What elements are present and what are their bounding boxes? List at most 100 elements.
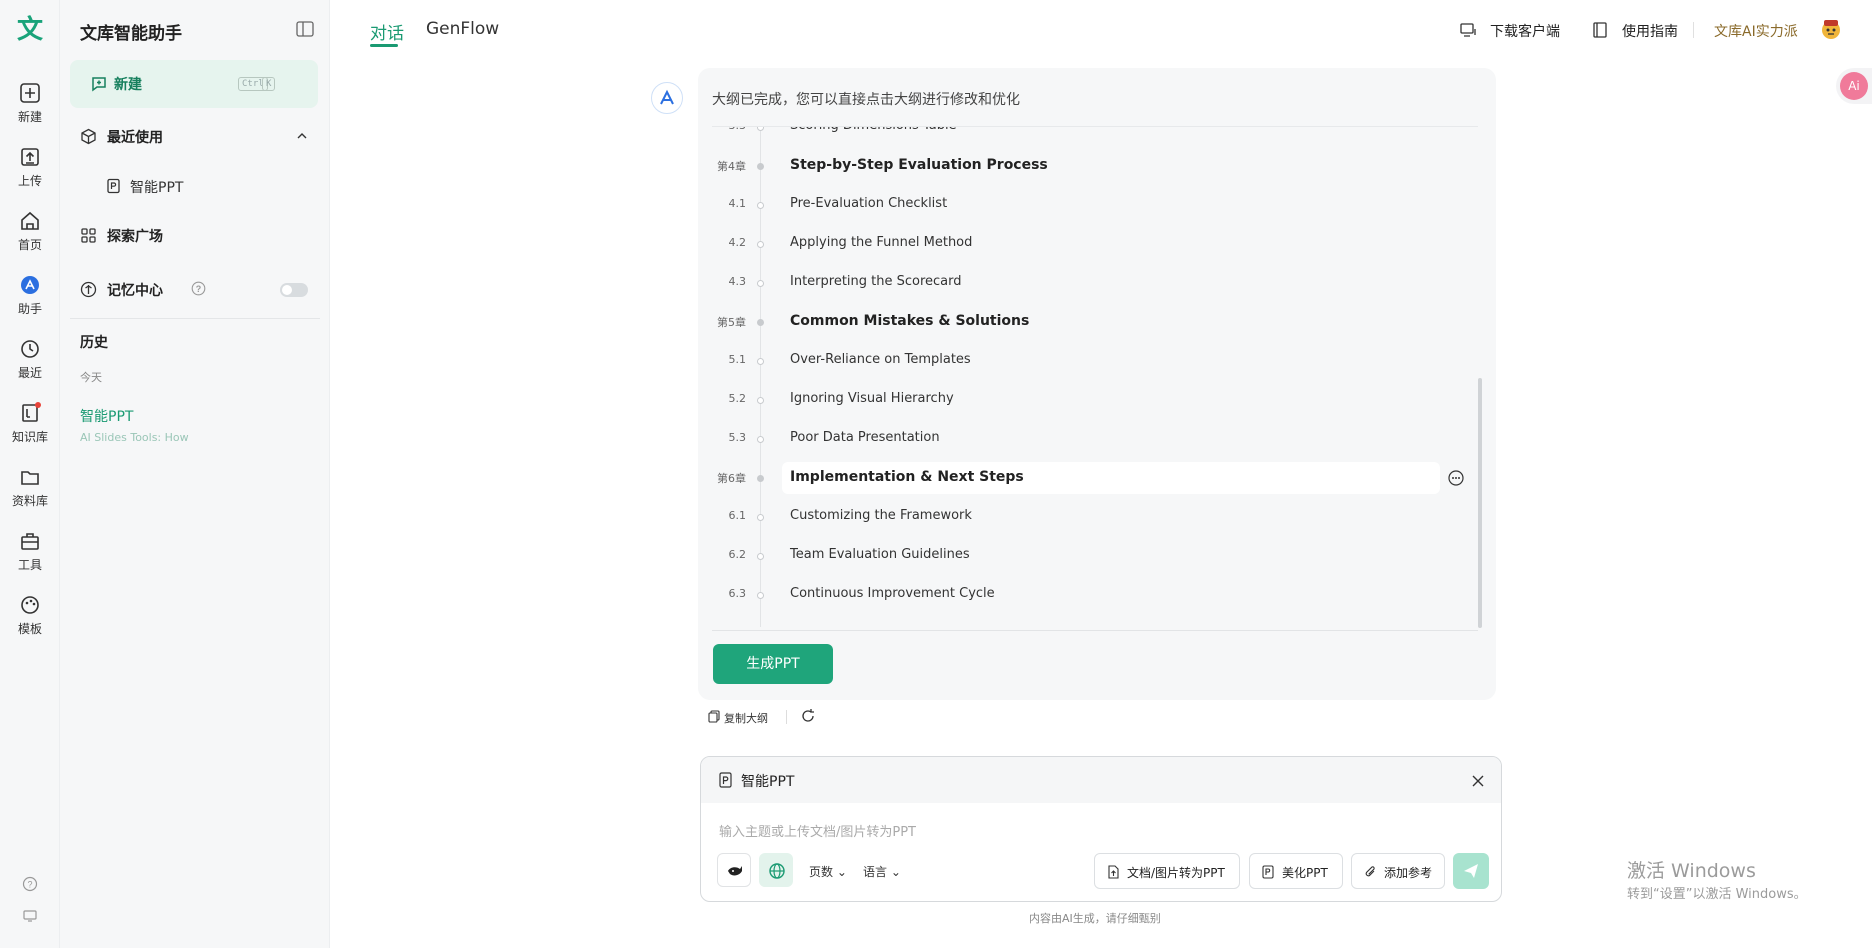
rail-item-new[interactable]: 新建	[0, 82, 60, 125]
input-mode-header: 智能PPT	[701, 757, 1501, 803]
outline-title[interactable]: Pre-Evaluation Checklist	[790, 196, 947, 211]
palette-icon	[19, 594, 41, 616]
doc-to-ppt-label: 文档/图片转为PPT	[1127, 866, 1225, 880]
copy-outline-label: 复制大纲	[724, 712, 768, 725]
app-window: 文 新建 上传 首页 助手 最近 知识库 资料库 工具 模板 ? 文库智能助手 …	[0, 0, 1872, 948]
assistant-message: 大纲已完成，您可以直接点击大纲进行修改和优化	[712, 92, 1020, 108]
outline-chapter-row[interactable]: 第4章 Step-by-Step Evaluation Process	[712, 150, 1464, 182]
outline-section-row[interactable]: 4.1 Pre-Evaluation Checklist	[712, 189, 1464, 221]
rail-item-upload[interactable]: 上传	[0, 146, 60, 189]
rail-item-home[interactable]: 首页	[0, 210, 60, 253]
outline-title[interactable]: Interpreting the Scorecard	[790, 274, 962, 289]
outline-section-row[interactable]: 6.2 Team Evaluation Guidelines	[712, 540, 1464, 572]
rail-item-templates[interactable]: 模板	[0, 594, 60, 637]
outline-section-row[interactable]: 5.3 Poor Data Presentation	[712, 423, 1464, 455]
tab-chat[interactable]: 对话	[370, 19, 404, 44]
ppt-icon	[719, 772, 733, 788]
memory-toggle[interactable]	[280, 283, 308, 297]
outline-list[interactable]: 3.3 Scoring Dimensions Table 第4章 Step-by-St…	[712, 127, 1464, 627]
send-button[interactable]	[1453, 853, 1489, 889]
rail-item-knowledge[interactable]: 知识库	[0, 402, 60, 445]
recent-section-label: 最近使用	[107, 130, 163, 146]
outline-scrollbar[interactable]	[1478, 378, 1482, 628]
outline-title[interactable]: Common Mistakes & Solutions	[790, 313, 1029, 329]
svg-text:?: ?	[27, 880, 32, 890]
globe-icon	[769, 863, 785, 879]
doc-to-ppt-button[interactable]: 文档/图片转为PPT	[1094, 853, 1240, 889]
send-icon	[1464, 864, 1478, 878]
active-tab-indicator	[370, 44, 398, 47]
outline-title[interactable]: Scoring Dimensions Table	[790, 127, 957, 133]
outline-title[interactable]: Implementation & Next Steps	[790, 469, 1024, 485]
pages-dropdown[interactable]: 页数 ⌄	[809, 863, 847, 880]
timeline-dot	[757, 553, 764, 560]
outline-title[interactable]: Applying the Funnel Method	[790, 235, 972, 250]
outline-section-row[interactable]: 5.2 Ignoring Visual Hierarchy	[712, 384, 1464, 416]
windows-watermark-title: 激活 Windows	[1627, 860, 1756, 882]
rail-item-label: 新建	[17, 110, 42, 124]
upload-file-icon	[1107, 865, 1120, 879]
rail-item-assistant[interactable]: 助手	[0, 274, 60, 317]
outline-title[interactable]: Customizing the Framework	[790, 508, 972, 523]
timeline-dot	[757, 202, 764, 209]
outline-number: 4.2	[728, 236, 747, 249]
device-icon[interactable]	[0, 908, 60, 928]
tab-genflow[interactable]: GenFlow	[426, 19, 499, 39]
outline-number: 5.2	[728, 392, 747, 405]
plus-square-icon	[19, 82, 41, 104]
avatar[interactable]	[1820, 18, 1842, 40]
deep-think-button[interactable]	[717, 853, 751, 887]
collapse-sidebar-icon[interactable]	[296, 21, 314, 37]
outline-chapter-row[interactable]: 第5章 Common Mistakes & Solutions	[712, 306, 1464, 338]
history-item-subtitle[interactable]: AI Slides Tools: How	[80, 431, 189, 444]
floating-ai-badge[interactable]: Ai	[1836, 68, 1872, 104]
outline-title[interactable]: Ignoring Visual Hierarchy	[790, 391, 954, 406]
timeline-dot	[757, 163, 764, 170]
question-mark-icon[interactable]: ?	[191, 281, 206, 300]
beautify-ppt-button[interactable]: 美化PPT	[1249, 853, 1343, 889]
assistant-avatar	[651, 82, 683, 114]
outline-title[interactable]: Continuous Improvement Cycle	[790, 586, 995, 601]
history-group-label: 今天	[80, 371, 102, 384]
add-reference-button[interactable]: 添加参考	[1351, 853, 1445, 889]
help-icon[interactable]: ?	[0, 876, 60, 896]
outline-section-row[interactable]: 6.3 Continuous Improvement Cycle	[712, 579, 1464, 611]
history-title: 历史	[80, 335, 108, 351]
outline-message-card: 大纲已完成，您可以直接点击大纲进行修改和优化 3.3 Scoring Dimens…	[698, 68, 1496, 700]
outline-section-row[interactable]: 3.3 Scoring Dimensions Table	[712, 127, 1464, 143]
outline-title[interactable]: Team Evaluation Guidelines	[790, 547, 970, 562]
rail-item-label: 上传	[17, 174, 42, 188]
outline-chapter-row[interactable]: 第6章 Implementation & Next Steps	[712, 462, 1464, 494]
rail-item-recent[interactable]: 最近	[0, 338, 60, 381]
generate-ppt-button[interactable]: 生成PPT	[713, 644, 833, 684]
regenerate-icon[interactable]	[800, 708, 816, 724]
rail-item-label: 资料库	[11, 494, 48, 508]
header-divider	[1693, 22, 1694, 38]
history-item-title[interactable]: 智能PPT	[80, 406, 133, 426]
outline-section-row[interactable]: 6.1 Customizing the Framework	[712, 501, 1464, 533]
web-search-button[interactable]	[759, 853, 793, 887]
close-icon[interactable]	[1471, 773, 1485, 787]
language-dropdown[interactable]: 语言 ⌄	[863, 863, 901, 880]
more-options-icon[interactable]	[1448, 470, 1464, 486]
rail-item-library[interactable]: 资料库	[0, 466, 60, 509]
outline-section-row[interactable]: 4.2 Applying the Funnel Method	[712, 228, 1464, 260]
prompt-input[interactable]: 输入主题或上传文档/图片转为PPT	[719, 821, 916, 840]
rail-item-tools[interactable]: 工具	[0, 530, 60, 573]
outline-section-row[interactable]: 5.1 Over-Reliance on Templates	[712, 345, 1464, 377]
timeline-dot	[757, 514, 764, 521]
knowledge-icon	[19, 402, 41, 424]
timeline-dot	[757, 127, 764, 131]
outline-title[interactable]: Over-Reliance on Templates	[790, 352, 971, 367]
outline-title[interactable]: Step-by-Step Evaluation Process	[790, 157, 1048, 173]
explore-plaza-label: 探索广场	[107, 229, 163, 245]
new-chat-button[interactable]: 新建 Ctrl K	[70, 60, 318, 108]
new-chat-label: 新建	[114, 77, 142, 93]
outline-section-row[interactable]: 4.3 Interpreting the Scorecard	[712, 267, 1464, 299]
promo-link[interactable]: 文库AI实力派	[1714, 21, 1798, 41]
outline-title[interactable]: Poor Data Presentation	[790, 430, 940, 445]
app-logo[interactable]: 文	[14, 14, 46, 46]
chevron-up-icon[interactable]	[296, 130, 308, 146]
cube-icon	[80, 128, 97, 145]
windows-watermark-subtitle: 转到“设置”以激活 Windows。	[1627, 887, 1807, 902]
